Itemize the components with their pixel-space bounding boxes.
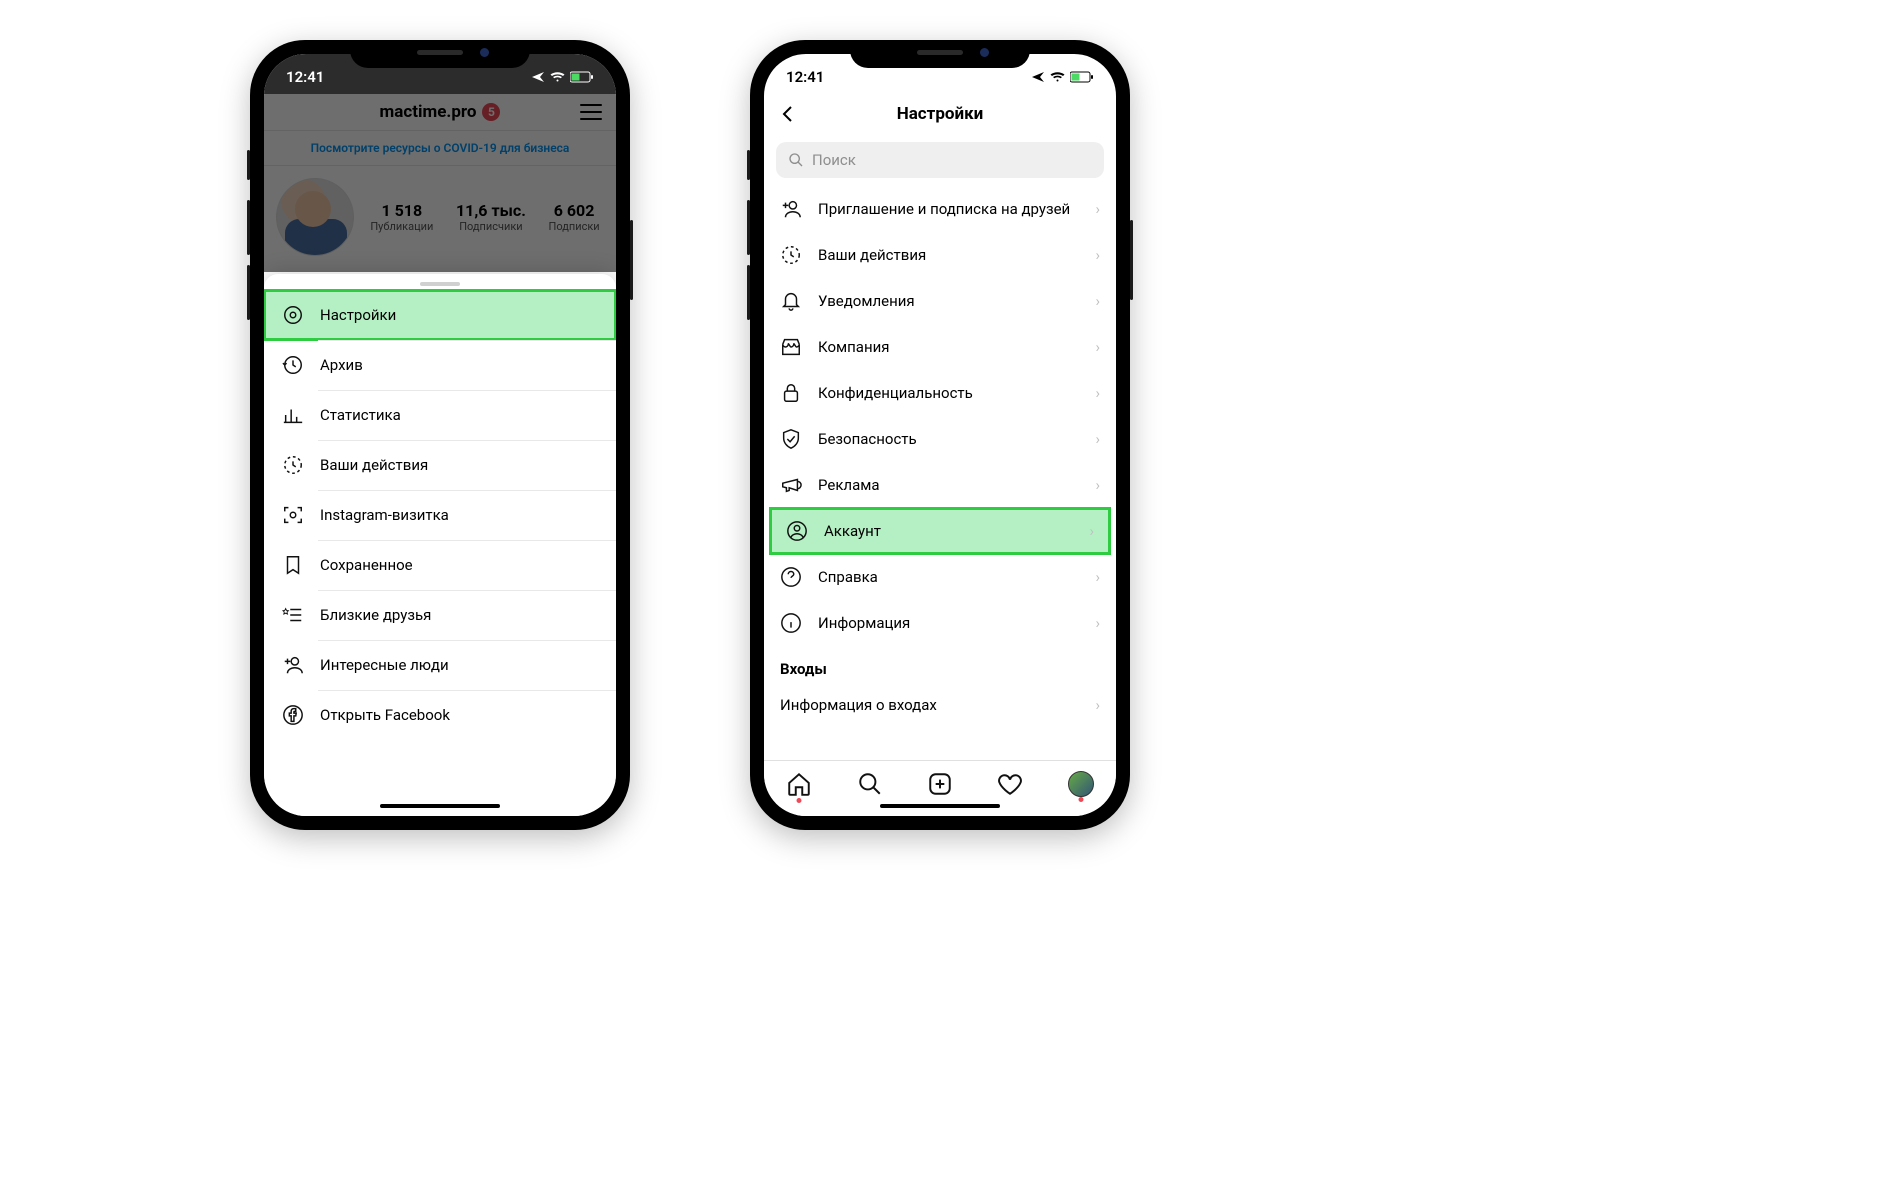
settings-item-label: Аккаунт [824,522,881,540]
settings-item-label: Информация [818,614,910,632]
settings-item-account[interactable]: Аккаунт › [770,508,1110,554]
menu-item-label: Instagram-визитка [320,506,449,524]
chevron-right-icon: › [1095,384,1100,402]
menu-item-label: Настройки [320,306,396,324]
chevron-right-icon: › [1095,430,1100,448]
bell-icon [780,290,802,312]
chevron-right-icon: › [1095,614,1100,632]
search-placeholder: Поиск [812,151,856,169]
shield-check-icon [780,428,802,450]
lock-icon [780,382,802,404]
page-title: Настройки [764,104,1116,124]
facebook-icon [282,704,304,726]
menu-item-archive[interactable]: Архив [264,340,616,390]
menu-item-nametag[interactable]: Instagram-визитка [264,490,616,540]
settings-item-business[interactable]: Компания › [764,324,1116,370]
settings-item-login-info[interactable]: Информация о входах › [764,684,1116,726]
chevron-right-icon: › [1095,292,1100,310]
settings-item-label: Информация о входах [780,696,937,714]
storefront-icon [780,336,802,358]
chevron-right-icon: › [1095,338,1100,356]
user-circle-icon [786,520,808,542]
menu-item-label: Интересные люди [320,656,449,674]
settings-item-follow-friends[interactable]: Приглашение и подписка на друзей › [764,186,1116,232]
settings-item-ads[interactable]: Реклама › [764,462,1116,508]
tab-activity[interactable] [997,771,1023,797]
bottom-sheet: Настройки Архив Статистика Ваши действия… [264,274,616,816]
status-icons [1031,65,1094,83]
chevron-right-icon: › [1095,696,1100,714]
tab-new-post[interactable] [927,771,953,797]
status-icons [531,65,594,83]
clock-dashed-icon [780,244,802,266]
settings-item-label: Компания [818,338,889,356]
settings-item-label: Уведомления [818,292,915,310]
menu-item-activity[interactable]: Ваши действия [264,440,616,490]
list-star-icon [282,604,304,626]
settings-item-label: Реклама [818,476,880,494]
settings-item-activity[interactable]: Ваши действия › [764,232,1116,278]
chevron-right-icon: › [1095,476,1100,494]
tab-home[interactable] [786,771,812,797]
chevron-right-icon: › [1089,522,1094,540]
tab-search[interactable] [857,771,883,797]
bookmark-icon [282,554,304,576]
chevron-right-icon: › [1095,568,1100,586]
chevron-right-icon: › [1095,246,1100,264]
menu-item-facebook[interactable]: Открыть Facebook [264,690,616,740]
settings-item-about[interactable]: Информация › [764,600,1116,646]
sheet-drag-handle[interactable] [420,282,460,286]
menu-item-discover[interactable]: Интересные люди [264,640,616,690]
qr-scan-icon [282,504,304,526]
info-circle-icon [780,612,802,634]
status-time: 12:41 [286,62,324,86]
menu-item-label: Сохраненное [320,556,413,574]
menu-item-close-friends[interactable]: Близкие друзья [264,590,616,640]
phone-mockup-right: 12:41 Настройки Поиск Приглашение и подп… [750,40,1130,830]
clock-dashed-icon [282,454,304,476]
tab-profile[interactable] [1068,771,1094,797]
search-icon [788,152,804,168]
menu-item-insights[interactable]: Статистика [264,390,616,440]
phone-mockup-left: 12:41 mactime.pro 5 Посмотрите ресурсы о… [250,40,630,830]
add-person-icon [780,198,802,220]
menu-item-label: Близкие друзья [320,606,431,624]
menu-item-label: Статистика [320,406,401,424]
settings-item-label: Безопасность [818,430,917,448]
chevron-right-icon: › [1095,200,1100,218]
settings-item-privacy[interactable]: Конфиденциальность › [764,370,1116,416]
search-input[interactable]: Поиск [776,142,1104,178]
help-circle-icon [780,566,802,588]
section-header-logins: Входы [764,646,1116,684]
gear-icon [282,304,304,326]
bar-chart-icon [282,404,304,426]
settings-item-security[interactable]: Безопасность › [764,416,1116,462]
add-person-icon [282,654,304,676]
settings-item-notifications[interactable]: Уведомления › [764,278,1116,324]
settings-item-help[interactable]: Справка › [764,554,1116,600]
menu-item-label: Ваши действия [320,456,428,474]
menu-item-saved[interactable]: Сохраненное [264,540,616,590]
status-time: 12:41 [786,62,824,86]
menu-item-label: Открыть Facebook [320,706,450,724]
settings-item-label: Ваши действия [818,246,926,264]
settings-item-label: Справка [818,568,878,586]
bottom-tab-bar [764,760,1116,816]
megaphone-icon [780,474,802,496]
menu-item-label: Архив [320,356,363,374]
menu-item-settings[interactable]: Настройки [264,290,616,340]
settings-item-label: Приглашение и подписка на друзей [818,200,1070,218]
settings-item-label: Конфиденциальность [818,384,973,402]
archive-icon [282,354,304,376]
